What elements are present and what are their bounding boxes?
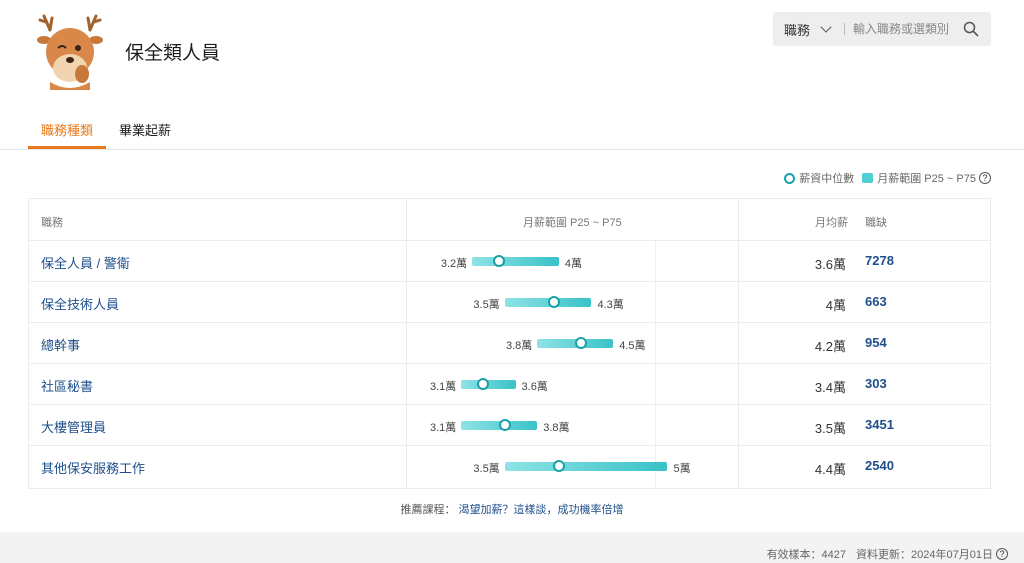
footer-info: 有效樣本：4427 資料更新：2024年07月01日 ? bbox=[767, 546, 1008, 562]
average-salary: 4.2萬 bbox=[814, 339, 846, 354]
tab-divider bbox=[0, 149, 1024, 150]
chart-legend: 薪資中位數 月薪範圍 P25 ~ P75 ? bbox=[784, 170, 991, 186]
median-marker bbox=[574, 337, 587, 349]
p25-label: 3.8萬 bbox=[505, 340, 533, 352]
search-box: 職務 bbox=[773, 12, 991, 46]
p75-label: 4.5萬 bbox=[619, 340, 646, 352]
table-row: 社區秘書 3.1萬 3.6萬 3.4萬 303 bbox=[29, 364, 990, 405]
vacancy-count[interactable]: 663 bbox=[865, 294, 887, 309]
page-title: 保全類人員 bbox=[125, 43, 221, 64]
salary-table: 職務 月薪範圍 P25 ~ P75 月均薪 職缺 保全人員 / 警衛 3.2萬 4萬… bbox=[28, 198, 991, 489]
vacancy-count[interactable]: 7278 bbox=[865, 253, 894, 268]
p25-label: 3.2萬 bbox=[440, 258, 468, 270]
average-salary: 3.5萬 bbox=[814, 421, 846, 436]
average-salary: 4.4萬 bbox=[814, 462, 846, 477]
table-row: 總幹事 3.8萬 4.5萬 4.2萬 954 bbox=[29, 323, 990, 364]
footer: 有效樣本：4427 資料更新：2024年07月01日 ? bbox=[0, 532, 1024, 563]
salary-range-chart: 3.1萬 3.8萬 bbox=[407, 405, 738, 446]
vacancy-count[interactable]: 3451 bbox=[865, 417, 894, 432]
footer-help-icon[interactable]: ? bbox=[996, 548, 1008, 560]
range-legend-label: 月薪範圍 P25 ~ P75 bbox=[877, 173, 976, 185]
course-link[interactable]: 渴望加薪？這樣談，成功機率倍增 bbox=[459, 504, 624, 516]
sample-count: 有效樣本：4427 bbox=[766, 549, 847, 561]
p75-label: 4.3萬 bbox=[597, 299, 624, 311]
range-legend-icon bbox=[862, 173, 874, 183]
table-row: 保全人員 / 警衛 3.2萬 4萬 3.6萬 7278 bbox=[29, 241, 990, 282]
salary-range-chart: 3.1萬 3.6萬 bbox=[407, 364, 738, 405]
search-icon[interactable] bbox=[963, 21, 979, 37]
tab-bar: 職務種類 畢業起薪 bbox=[28, 110, 184, 150]
course-label: 推薦課程： bbox=[400, 504, 456, 516]
vacancy-count[interactable]: 303 bbox=[865, 376, 887, 391]
median-legend-label: 薪資中位數 bbox=[799, 173, 855, 185]
salary-range-bar bbox=[472, 257, 559, 266]
tab-graduate-salary[interactable]: 畢業起薪 bbox=[106, 110, 184, 149]
median-marker bbox=[552, 460, 565, 472]
p75-label: 3.8萬 bbox=[543, 422, 570, 434]
job-link[interactable]: 保全人員 / 警衛 bbox=[41, 253, 130, 272]
grid-line bbox=[655, 282, 656, 323]
grid-line bbox=[655, 364, 656, 405]
search-divider bbox=[844, 23, 846, 35]
header-avg: 月均薪 bbox=[815, 217, 848, 229]
p25-label: 3.1萬 bbox=[429, 422, 457, 434]
median-legend-icon bbox=[784, 172, 796, 184]
header-job: 職務 bbox=[41, 217, 63, 229]
salary-range-chart: 3.5萬 4.3萬 bbox=[407, 282, 738, 323]
salary-range-bar bbox=[504, 462, 668, 471]
table-row: 大樓管理員 3.1萬 3.8萬 3.5萬 3451 bbox=[29, 405, 990, 446]
header-range: 月薪範圍 P25 ~ P75 bbox=[523, 217, 622, 229]
job-link[interactable]: 大樓管理員 bbox=[41, 417, 106, 436]
p25-label: 3.5萬 bbox=[473, 463, 500, 475]
average-salary: 3.6萬 bbox=[814, 257, 846, 272]
chevron-down-icon[interactable] bbox=[820, 21, 832, 33]
deer-mascot-icon bbox=[37, 14, 103, 90]
help-icon[interactable]: ? bbox=[979, 172, 991, 184]
p25-label: 3.1萬 bbox=[429, 381, 457, 393]
job-link[interactable]: 社區秘書 bbox=[41, 376, 93, 395]
recommended-course: 推薦課程： 渴望加薪？這樣談，成功機率倍增 bbox=[0, 501, 1024, 517]
salary-range-chart: 3.8萬 4.5萬 bbox=[407, 323, 738, 364]
table-body: 保全人員 / 警衛 3.2萬 4萬 3.6萬 7278 保全技術人員 3.5萬 4.3萬 4萬 6… bbox=[29, 241, 990, 487]
search-category-select[interactable]: 職務 bbox=[784, 20, 810, 39]
salary-page: 保全類人員 職務 職務種類 畢業起薪 薪資中位數 月薪範圍 P25 ~ P75 … bbox=[0, 0, 1024, 563]
average-salary: 3.4萬 bbox=[814, 380, 846, 395]
update-date: 資料更新：2024年07月01日 bbox=[856, 549, 993, 561]
average-salary: 4萬 bbox=[825, 298, 846, 313]
table-row: 保全技術人員 3.5萬 4.3萬 4萬 663 bbox=[29, 282, 990, 323]
p75-label: 5萬 bbox=[673, 463, 691, 475]
median-marker bbox=[476, 378, 489, 390]
table-row: 其他保安服務工作 3.5萬 5萬 4.4萬 2540 bbox=[29, 446, 990, 487]
grid-line bbox=[655, 241, 656, 282]
vacancy-count[interactable]: 954 bbox=[865, 335, 887, 350]
salary-range-chart: 3.2萬 4萬 bbox=[407, 241, 738, 282]
median-marker bbox=[547, 296, 560, 308]
search-input[interactable] bbox=[853, 22, 960, 36]
header-vacancy: 職缺 bbox=[865, 217, 887, 229]
median-marker bbox=[498, 419, 511, 431]
vacancy-count[interactable]: 2540 bbox=[865, 458, 894, 473]
tab-job-category[interactable]: 職務種類 bbox=[28, 110, 107, 149]
job-link[interactable]: 其他保安服務工作 bbox=[41, 458, 145, 477]
salary-range-chart: 3.5萬 5萬 bbox=[407, 446, 738, 487]
p75-label: 4萬 bbox=[564, 258, 583, 270]
grid-line bbox=[655, 405, 656, 446]
job-link[interactable]: 總幹事 bbox=[41, 335, 80, 354]
grid-line bbox=[655, 323, 656, 364]
p25-label: 3.5萬 bbox=[473, 299, 500, 311]
job-link[interactable]: 保全技術人員 bbox=[41, 294, 119, 313]
p75-label: 3.6萬 bbox=[521, 381, 548, 393]
table-header: 職務 月薪範圍 P25 ~ P75 月均薪 職缺 bbox=[29, 199, 990, 241]
